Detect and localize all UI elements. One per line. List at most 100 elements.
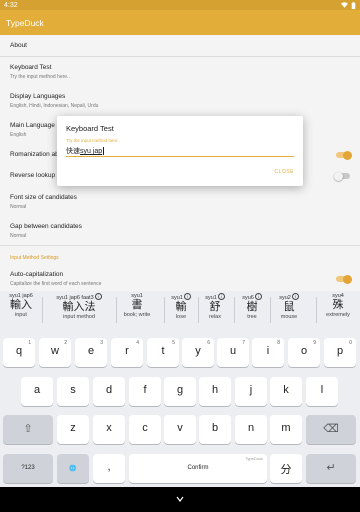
key-i[interactable]: 8i (252, 338, 284, 367)
info-icon[interactable]: i (291, 293, 299, 300)
key-label: t (161, 345, 165, 357)
info-icon[interactable]: i (183, 293, 191, 300)
key-z[interactable]: z (57, 415, 89, 444)
key-y[interactable]: 6y (182, 338, 214, 367)
key-label: e (87, 345, 95, 357)
auto-capitalization-toggle[interactable] (336, 274, 352, 284)
candidate-gloss: book; write (123, 312, 151, 318)
key-q[interactable]: 1q (3, 338, 35, 367)
key-f[interactable]: f (129, 377, 161, 406)
key-n[interactable]: n (235, 415, 267, 444)
shift-key[interactable]: ⇧ (3, 415, 53, 444)
candidate[interactable]: syu1 jap6 faat3 i 輸入法 input method (44, 293, 114, 323)
key-o[interactable]: 9o (288, 338, 320, 367)
key-label: g (176, 384, 184, 396)
key-label: 分 (280, 464, 292, 476)
key-label: z (70, 422, 76, 434)
info-icon[interactable]: i (94, 293, 102, 300)
key-b[interactable]: b (199, 415, 231, 444)
text-caret (102, 147, 104, 156)
battery-icon (351, 1, 356, 9)
candidate-separator (42, 297, 43, 323)
candidate[interactable]: syu4 殊 extremely (318, 293, 358, 323)
keyboard: syu1 jap6 輸入 input syu1 jap6 faat3 i 輸入法 … (0, 291, 360, 487)
key-label: , (107, 461, 111, 473)
key-k[interactable]: k (270, 377, 302, 406)
candidate[interactable]: syu2 i 鼠 mouse (272, 293, 306, 323)
candidate-gloss: lose (175, 314, 187, 320)
close-button[interactable]: CLOSE (275, 169, 294, 175)
candidate-separator (270, 297, 271, 323)
key-g[interactable]: g (164, 377, 196, 406)
back-chevron-icon[interactable] (176, 495, 184, 503)
key-label: f (143, 384, 147, 396)
key-v[interactable]: v (164, 415, 196, 444)
candidate[interactable]: syu6 i 樹 tree (236, 293, 268, 323)
pref-about[interactable]: About (10, 42, 330, 49)
candidate[interactable]: syu1 i 輸 lose (166, 293, 196, 323)
key-x[interactable]: x (93, 415, 125, 444)
backspace-key[interactable]: ⌫ (306, 415, 356, 444)
info-icon[interactable]: i (217, 293, 225, 300)
enter-key[interactable]: ↵ (306, 454, 356, 483)
pref-auto-capitalization[interactable]: Auto-capitalization Capitalize the first… (10, 271, 330, 287)
candidate-gloss: tree (247, 314, 257, 320)
candidate-gloss: relax (209, 314, 221, 320)
language-key[interactable]: 分 (270, 454, 302, 483)
candidate[interactable]: syu1 書 book; write (118, 293, 156, 323)
key-l[interactable]: l (306, 377, 338, 406)
symbols-key[interactable]: ?123 (3, 454, 53, 483)
candidate[interactable]: syu1 jap6 輸入 input (2, 293, 40, 323)
pref-keyboard-test[interactable]: Keyboard Test Try the input method here.… (10, 64, 330, 80)
candidate-hanzi: 樹 (246, 301, 258, 313)
key-a[interactable]: a (21, 377, 53, 406)
committed-text: 快速 (66, 148, 80, 155)
key-w[interactable]: 2w (39, 338, 71, 367)
key-label: c (142, 422, 148, 434)
key-label: u (229, 345, 237, 357)
reverse-lookup-toggle[interactable] (334, 171, 350, 181)
test-input-field[interactable]: 快速syu jap (66, 146, 294, 157)
info-icon[interactable]: i (254, 293, 262, 300)
app-title: TypeDuck (6, 17, 44, 28)
key-u[interactable]: 7u (217, 338, 249, 367)
key-label: b (211, 422, 219, 434)
key-p[interactable]: 0p (324, 338, 356, 367)
pref-auto-cap-summary: Capitalize the first word of each senten… (10, 281, 102, 287)
pref-about-title: About (10, 42, 27, 49)
comma-key[interactable]: , (93, 454, 125, 483)
key-e[interactable]: 3e (75, 338, 107, 367)
pref-gap[interactable]: Gap between candidates Normal (10, 223, 330, 239)
pref-font-size-summary: Normal (10, 204, 27, 210)
pref-font-size[interactable]: Font size of candidates Normal (10, 194, 330, 210)
key-label: v (177, 422, 183, 434)
key-h[interactable]: h (199, 377, 231, 406)
key-label: h (211, 384, 219, 396)
status-time: 4:32 (4, 1, 18, 9)
key-r[interactable]: 4r (111, 338, 143, 367)
enter-icon: ↵ (326, 462, 336, 474)
keyboard-test-dialog: Keyboard Test Try the input method here.… (57, 116, 303, 186)
divider (0, 56, 360, 57)
candidate[interactable]: syu1 i 舒 relax (200, 293, 230, 323)
candidate-gloss: input (15, 312, 27, 318)
candidate-hanzi: 輸入 (10, 299, 32, 311)
key-label: s (70, 384, 76, 396)
status-bar: 4:32 (0, 0, 360, 10)
key-j[interactable]: j (235, 377, 267, 406)
pref-keyboard-test-summary: Try the input method here.. (10, 74, 70, 80)
pref-display-languages[interactable]: Display Languages English, Hindi, Indone… (10, 93, 330, 109)
category-input-method: Input Method Settings (10, 255, 59, 261)
key-d[interactable]: d (93, 377, 125, 406)
pref-display-languages-title: Display Languages (10, 93, 66, 100)
candidate-hanzi: 書 (131, 299, 143, 311)
key-label: Confirm (187, 465, 209, 471)
key-s[interactable]: s (57, 377, 89, 406)
space-key[interactable]: TypeDuck Confirm (129, 454, 267, 483)
dialog-hint: Try the input method here.. (66, 138, 120, 143)
key-c[interactable]: c (129, 415, 161, 444)
key-m[interactable]: m (270, 415, 302, 444)
key-t[interactable]: 5t (147, 338, 179, 367)
romanization-toggle[interactable] (336, 150, 352, 160)
globe-key[interactable]: 🌐 (57, 454, 89, 483)
